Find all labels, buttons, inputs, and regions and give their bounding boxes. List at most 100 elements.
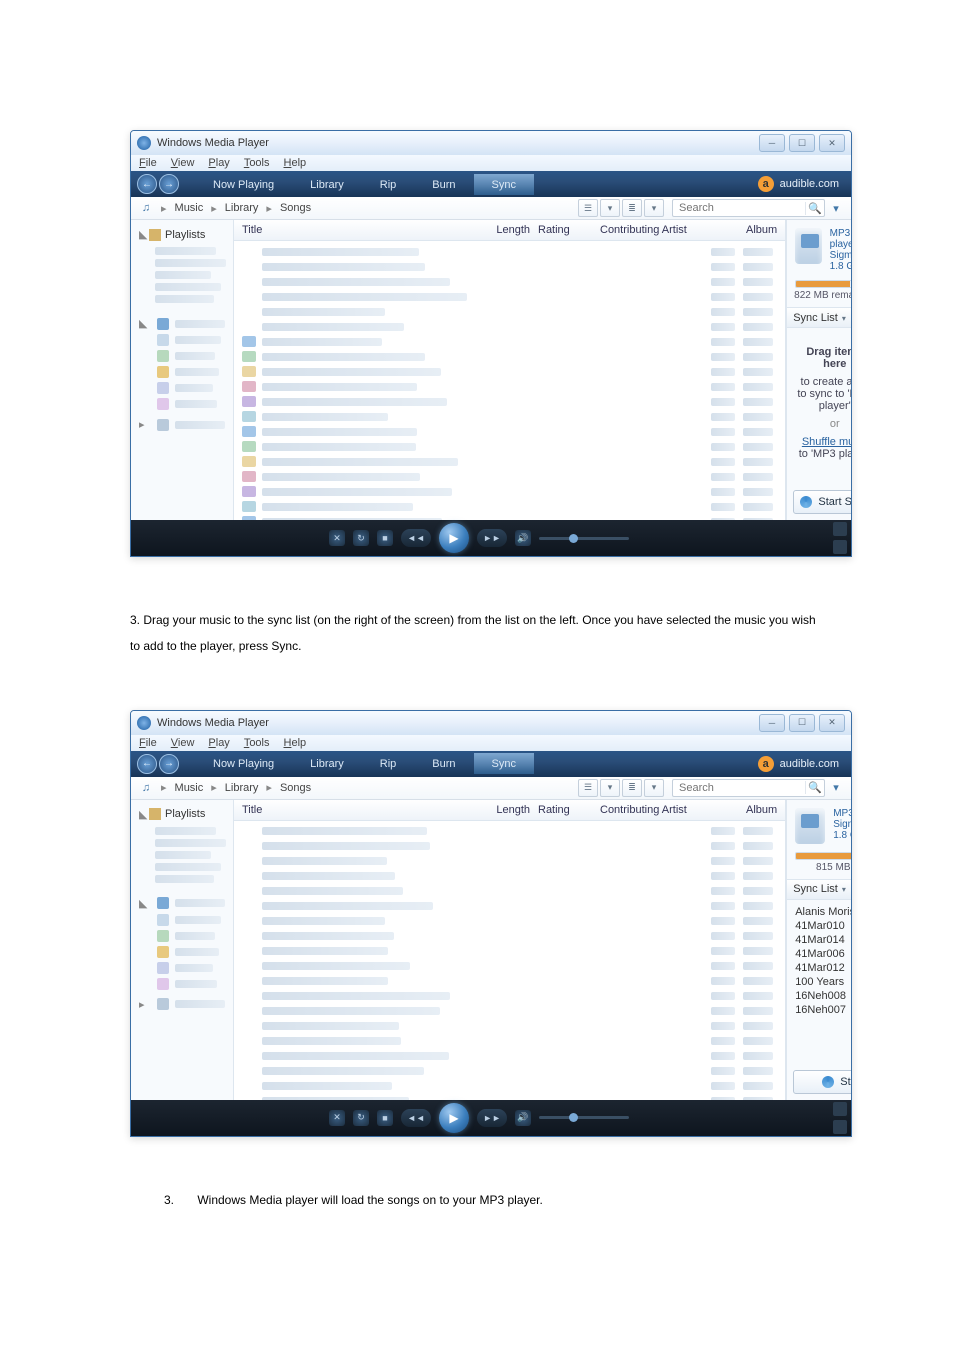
- nav-back-button[interactable]: ←: [137, 754, 157, 774]
- list-item[interactable]: 16Neh008: [795, 990, 852, 1002]
- next-button[interactable]: ►►: [477, 1109, 507, 1127]
- crumb-music[interactable]: Music: [175, 202, 204, 214]
- list-item[interactable]: 100 Years: [795, 976, 852, 988]
- chevron-down-icon[interactable]: ▾: [838, 314, 846, 323]
- menu-view[interactable]: View: [171, 737, 195, 749]
- chevron-down-icon[interactable]: ▾: [644, 779, 664, 797]
- list-item[interactable]: 41Mar006: [795, 948, 852, 960]
- list-body[interactable]: [234, 241, 785, 520]
- search-icon[interactable]: 🔍: [805, 202, 824, 215]
- stop-button[interactable]: ■: [377, 1110, 393, 1126]
- table-row[interactable]: [234, 1080, 785, 1093]
- layout-icon[interactable]: ☰: [578, 779, 598, 797]
- search-field[interactable]: [673, 202, 805, 214]
- list-item[interactable]: 41Mar014: [795, 934, 852, 946]
- table-row[interactable]: [234, 290, 785, 303]
- tab-now-playing[interactable]: Now Playing: [195, 174, 292, 195]
- col-length[interactable]: Length: [480, 220, 530, 240]
- shuffle-button[interactable]: ✕: [329, 530, 345, 546]
- compact-view-button[interactable]: [833, 1102, 847, 1116]
- view-toggle[interactable]: ☰ ▾ ≣ ▾: [578, 779, 664, 797]
- nav-forward-button[interactable]: →: [159, 754, 179, 774]
- table-row[interactable]: [234, 395, 785, 408]
- previous-button[interactable]: ◄◄: [401, 529, 431, 547]
- tab-burn[interactable]: Burn: [414, 753, 473, 774]
- search-input[interactable]: 🔍: [672, 779, 825, 797]
- menu-play[interactable]: Play: [208, 157, 229, 169]
- tab-library[interactable]: Library: [292, 753, 362, 774]
- menu-play[interactable]: Play: [208, 737, 229, 749]
- compact-view-button[interactable]: [833, 522, 847, 536]
- menu-file[interactable]: File: [139, 157, 157, 169]
- chevron-down-icon[interactable]: ▾: [644, 199, 664, 217]
- search-field[interactable]: [673, 782, 805, 794]
- col-length[interactable]: Length: [480, 800, 530, 820]
- nav-forward-button[interactable]: →: [159, 174, 179, 194]
- help-icon[interactable]: ▾: [829, 202, 843, 215]
- list-item[interactable]: Alanis Morisette - Perfect: [795, 906, 852, 918]
- stop-button[interactable]: ■: [377, 530, 393, 546]
- table-row[interactable]: [234, 870, 785, 883]
- table-row[interactable]: [234, 260, 785, 273]
- list-icon[interactable]: ≣: [622, 199, 642, 217]
- play-button[interactable]: ▶: [439, 1103, 469, 1133]
- table-row[interactable]: [234, 350, 785, 363]
- chevron-down-icon[interactable]: ▾: [600, 779, 620, 797]
- table-row[interactable]: [234, 380, 785, 393]
- audible-icon[interactable]: a: [758, 756, 774, 772]
- shuffle-link[interactable]: Shuffle music: [797, 436, 852, 448]
- col-artist[interactable]: Contributing Artist: [592, 220, 738, 240]
- close-button[interactable]: ✕: [819, 134, 845, 152]
- volume-slider[interactable]: [539, 1116, 629, 1119]
- table-row[interactable]: [234, 1020, 785, 1033]
- table-row[interactable]: [234, 975, 785, 988]
- menu-file[interactable]: File: [139, 737, 157, 749]
- list-item[interactable]: 41Mar012: [795, 962, 852, 974]
- tab-audible[interactable]: audible.com: [780, 758, 839, 770]
- table-row[interactable]: [234, 960, 785, 973]
- col-rating[interactable]: Rating: [530, 220, 592, 240]
- repeat-button[interactable]: ↻: [353, 530, 369, 546]
- list-body[interactable]: [234, 821, 785, 1100]
- fullscreen-button[interactable]: [833, 1120, 847, 1134]
- sync-dropzone[interactable]: Drag items here to create a list to sync…: [787, 328, 852, 490]
- table-row[interactable]: [234, 1035, 785, 1048]
- layout-icon[interactable]: ☰: [578, 199, 598, 217]
- tab-rip[interactable]: Rip: [362, 174, 415, 195]
- crumb-songs[interactable]: Songs: [280, 782, 311, 794]
- table-row[interactable]: [234, 915, 785, 928]
- table-row[interactable]: [234, 1065, 785, 1078]
- table-row[interactable]: [234, 305, 785, 318]
- table-row[interactable]: [234, 840, 785, 853]
- col-artist[interactable]: Contributing Artist: [592, 800, 738, 820]
- menu-help[interactable]: Help: [284, 737, 307, 749]
- table-row[interactable]: [234, 455, 785, 468]
- repeat-button[interactable]: ↻: [353, 1110, 369, 1126]
- table-row[interactable]: [234, 365, 785, 378]
- start-sync-button[interactable]: Start Sync: [793, 1070, 852, 1094]
- table-row[interactable]: [234, 990, 785, 1003]
- tab-sync[interactable]: Sync: [474, 174, 534, 195]
- tab-audible[interactable]: audible.com: [780, 178, 839, 190]
- tab-sync[interactable]: Sync: [474, 753, 534, 774]
- volume-slider[interactable]: [539, 537, 629, 540]
- col-album[interactable]: Album: [738, 220, 785, 240]
- view-toggle[interactable]: ☰ ▾ ≣ ▾: [578, 199, 664, 217]
- table-row[interactable]: [234, 275, 785, 288]
- col-title[interactable]: Title: [234, 220, 480, 240]
- tab-rip[interactable]: Rip: [362, 753, 415, 774]
- table-row[interactable]: [234, 885, 785, 898]
- menu-tools[interactable]: Tools: [244, 737, 270, 749]
- menu-tools[interactable]: Tools: [244, 157, 270, 169]
- crumb-library[interactable]: Library: [225, 782, 259, 794]
- table-row[interactable]: [234, 470, 785, 483]
- play-button[interactable]: ▶: [439, 523, 469, 553]
- maximize-button[interactable]: ☐: [789, 714, 815, 732]
- close-button[interactable]: ✕: [819, 714, 845, 732]
- crumb-songs[interactable]: Songs: [280, 202, 311, 214]
- menu-view[interactable]: View: [171, 157, 195, 169]
- table-row[interactable]: [234, 930, 785, 943]
- sync-list-items[interactable]: Alanis Morisette - Perfect41Mar01041Mar0…: [787, 900, 852, 1070]
- table-row[interactable]: [234, 900, 785, 913]
- shuffle-button[interactable]: ✕: [329, 1110, 345, 1126]
